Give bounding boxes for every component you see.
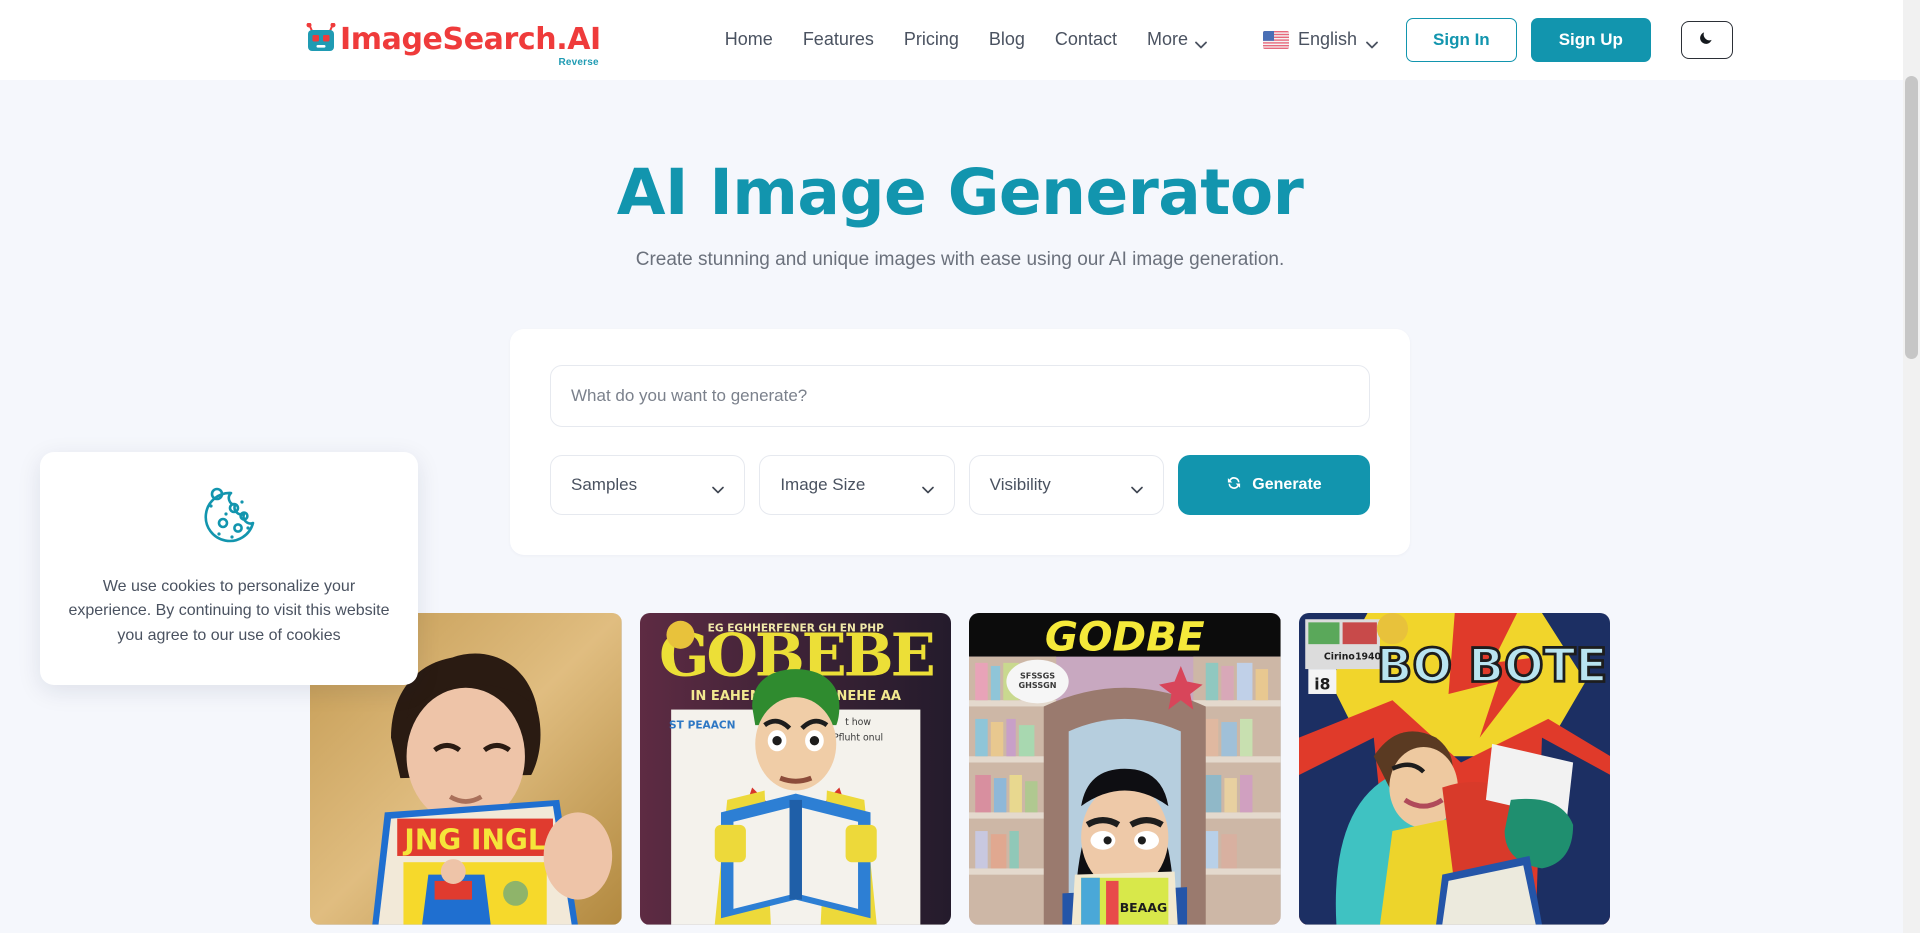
gallery-tile[interactable]: Cirino 1940 i8 BO BOTE [1298, 613, 1610, 925]
chevron-down-icon [1366, 36, 1378, 48]
nav-item-blog[interactable]: Blog [989, 29, 1025, 50]
nav-item-pricing[interactable]: Pricing [904, 29, 959, 50]
language-selector[interactable]: English [1262, 29, 1378, 50]
prompt-input[interactable] [550, 365, 1370, 428]
header-actions: Sign In Sign Up [1406, 17, 1733, 62]
site-logo[interactable]: ImageSearch.AI Reverse [304, 21, 601, 68]
svg-text:Pfluht onul: Pfluht onul [833, 733, 883, 744]
svg-text:BEAAG: BEAAG [1120, 900, 1168, 915]
image-size-select-label: Image Size [780, 475, 866, 495]
sync-icon [1226, 475, 1242, 496]
theme-toggle-button[interactable] [1680, 20, 1733, 59]
robot-icon [304, 22, 338, 55]
logo-subtitle: Reverse [558, 56, 599, 68]
moon-icon [1698, 29, 1715, 51]
sign-up-button[interactable]: Sign Up [1530, 17, 1651, 62]
generator-controls: Samples Image Size Visibility Generate [550, 455, 1370, 516]
svg-text:Cirino: Cirino [1323, 652, 1354, 663]
sign-in-button[interactable]: Sign In [1406, 17, 1517, 62]
page-title: AI Image Generator [616, 156, 1304, 229]
cookie-consent-banner: We use cookies to personalize your exper… [40, 451, 418, 685]
chevron-down-icon [1131, 481, 1143, 494]
us-flag-icon [1262, 30, 1289, 49]
page-scrollbar-thumb[interactable] [1905, 76, 1918, 359]
nav-item-features[interactable]: Features [803, 29, 874, 50]
gallery-tile[interactable]: EG EGHHERFENER GH EN PHP GOBEBE IN EAHEM… [639, 613, 951, 925]
svg-text:JNG INGL: JNG INGL [402, 824, 545, 857]
svg-text:GHSSGN: GHSSGN [1018, 680, 1056, 690]
main-navigation: Home Features Pricing Blog Contact More [725, 29, 1378, 50]
gallery-tile[interactable]: GODBE SFSSGS GHSSGN BEAAG [969, 613, 1281, 925]
generate-button-label: Generate [1252, 476, 1322, 494]
cookie-consent-text: We use cookies to personalize your exper… [68, 577, 390, 645]
nav-item-home[interactable]: Home [725, 29, 773, 50]
chevron-down-icon [1195, 36, 1207, 48]
chevron-down-icon [921, 481, 934, 494]
visibility-select-label: Visibility [989, 475, 1051, 495]
svg-text:i8: i8 [1314, 676, 1330, 694]
image-gallery: JNG INGL EG EGHHERFENER GH EN PHP GOBEBE… [310, 613, 1610, 933]
svg-text:GODBE: GODBE [1045, 613, 1205, 660]
samples-select[interactable]: Samples [550, 455, 746, 516]
generate-button[interactable]: Generate [1177, 455, 1370, 516]
nav-more-label: More [1146, 29, 1188, 49]
language-label: English [1297, 29, 1358, 49]
page-subtitle: Create stunning and unique images with e… [635, 249, 1285, 271]
svg-text:t how: t how [845, 717, 871, 728]
svg-text:BO BOTE: BO BOTE [1376, 640, 1607, 694]
samples-select-label: Samples [571, 475, 638, 495]
chevron-down-icon [712, 481, 725, 494]
generator-card: Samples Image Size Visibility [510, 329, 1410, 556]
image-size-select[interactable]: Image Size [759, 455, 955, 516]
logo-text: ImageSearch.AI [340, 21, 601, 57]
visibility-select[interactable]: Visibility [968, 455, 1164, 516]
hero-section: AI Image Generator Create stunning and u… [0, 80, 1920, 271]
site-header: ImageSearch.AI Reverse Home Features Pri… [0, 0, 1920, 80]
cookie-icon [68, 484, 390, 553]
nav-item-contact[interactable]: Contact [1055, 29, 1117, 50]
svg-text:ST PEAACN: ST PEAACN [669, 720, 736, 732]
nav-item-more[interactable]: More [1147, 29, 1207, 50]
